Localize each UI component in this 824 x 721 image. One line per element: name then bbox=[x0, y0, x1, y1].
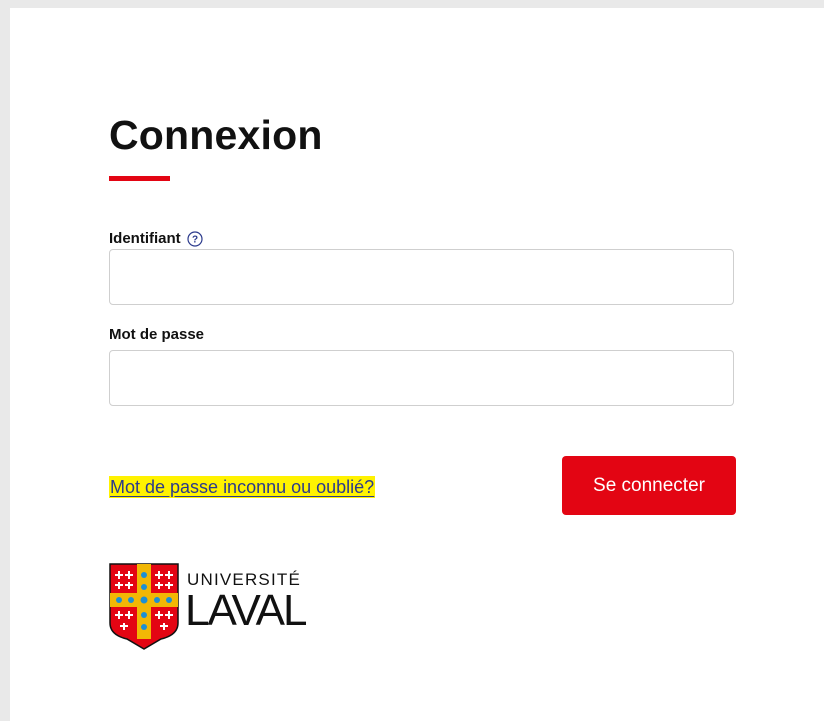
forgot-password-link[interactable]: Mot de passe inconnu ou oublié? bbox=[109, 476, 376, 498]
password-label: Mot de passe bbox=[109, 326, 204, 344]
password-input[interactable] bbox=[109, 350, 734, 406]
identifier-input[interactable] bbox=[109, 249, 734, 305]
logo-text-laval: LAVAL bbox=[185, 586, 307, 635]
identifier-label: Identifiant ? bbox=[109, 230, 203, 248]
password-label-text: Mot de passe bbox=[109, 326, 205, 343]
title-underline bbox=[109, 176, 170, 181]
page-title: Connexion bbox=[109, 112, 323, 158]
identifier-label-text: Identifiant bbox=[109, 230, 181, 247]
university-shield-icon bbox=[109, 563, 179, 650]
svg-text:?: ? bbox=[192, 235, 198, 246]
login-card: Connexion Identifiant ? Mot de passe Mot… bbox=[10, 8, 824, 721]
university-logo: UNIVERSITÉ LAVAL bbox=[109, 563, 329, 653]
question-circle-icon[interactable]: ? bbox=[187, 231, 203, 247]
login-button[interactable]: Se connecter bbox=[562, 456, 736, 515]
